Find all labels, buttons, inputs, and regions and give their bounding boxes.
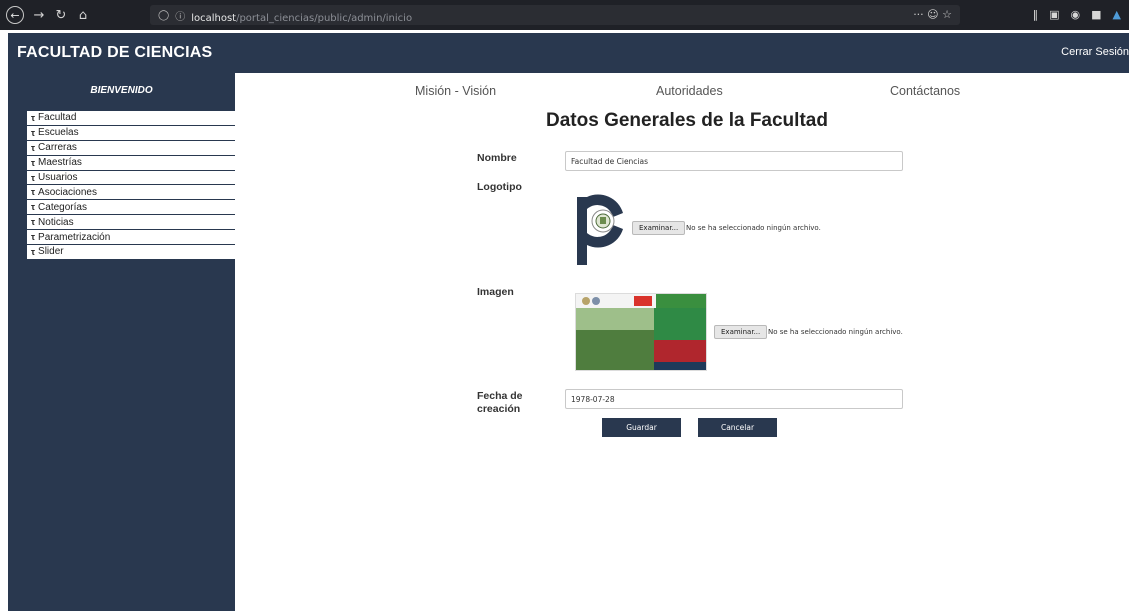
fecha-label: Fecha de creación: [477, 390, 523, 416]
page-actions-icons[interactable]: ··· ☺ ☆: [913, 8, 952, 21]
address-bar[interactable]: ◯ ⓘ localhost/portal_ciencias/public/adm…: [150, 5, 960, 25]
sidebar-item-usuarios[interactable]: τ Usuarios: [27, 170, 235, 186]
sidebar-item-escuelas[interactable]: τ Escuelas: [27, 125, 235, 141]
logo-file-button[interactable]: Examinar...: [632, 221, 686, 235]
reload-icon[interactable]: ↻: [54, 8, 68, 23]
sidebar-item-noticias[interactable]: τ Noticias: [27, 215, 235, 231]
sidebar-item-label: Facultad: [38, 112, 77, 124]
app-title: FACULTAD DE CIENCIAS: [17, 44, 213, 61]
nav-link-contactanos[interactable]: Contáctanos: [890, 84, 960, 98]
image-file-status: No se ha seleccionado ningún archivo.: [768, 328, 903, 336]
fecha-label-line1: Fecha de: [477, 390, 523, 402]
cancel-button[interactable]: Cancelar: [698, 418, 777, 437]
browser-nav-buttons: ← → ↻ ⌂: [0, 6, 150, 24]
sidebar-item-maestrias[interactable]: τ Maestrías: [27, 155, 235, 171]
logout-link[interactable]: Cerrar Sesión: [1061, 46, 1129, 58]
pin-icon: τ: [31, 127, 36, 138]
url-host: localhost: [191, 12, 237, 24]
sidebar-item-label: Noticias: [38, 216, 74, 228]
home-icon[interactable]: ⌂: [76, 8, 90, 23]
pin-icon: τ: [31, 157, 36, 168]
welcome-label: BIENVENIDO: [90, 85, 153, 96]
image-file-button[interactable]: Examinar...: [714, 325, 768, 339]
sidebar-item-facultad[interactable]: τ Facultad: [27, 111, 235, 126]
faculty-image: [575, 293, 707, 371]
sidebar-item-label: Escuelas: [38, 127, 79, 139]
pin-icon: τ: [31, 246, 36, 257]
sidebar-item-label: Categorías: [38, 201, 87, 213]
sidebar-item-label: Maestrías: [38, 157, 82, 169]
nombre-label: Nombre: [477, 152, 517, 164]
nombre-input[interactable]: [565, 151, 903, 171]
sidebar-item-categorias[interactable]: τ Categorías: [27, 200, 235, 216]
sidebar-item-slider[interactable]: τ Slider: [27, 245, 235, 260]
sidebar-item-label: Asociaciones: [38, 186, 97, 198]
sidebar: BIENVENIDO τ Facultad τ Escuelas τ Carreras…: [8, 73, 235, 611]
sidebar-item-label: Carreras: [38, 142, 77, 154]
fecha-label-line2: creación: [477, 403, 521, 415]
save-button[interactable]: Guardar: [602, 418, 681, 437]
sidebar-menu: τ Facultad τ Escuelas τ Carreras τ Maestrías…: [27, 111, 235, 260]
pin-icon: τ: [31, 112, 36, 123]
sidebar-item-asociaciones[interactable]: τ Asociaciones: [27, 185, 235, 201]
account-icon[interactable]: ◉: [1071, 8, 1081, 21]
pin-icon: τ: [31, 217, 36, 228]
sidebar-item-label: Slider: [38, 246, 64, 258]
browser-extensions: ‖ ▣ ◉ ■ ▲: [1033, 8, 1121, 21]
sidebar-item-label: Parametrización: [38, 231, 111, 243]
extension-icon[interactable]: ▲: [1113, 8, 1121, 21]
page: ← → ↻ ⌂ ◯ ⓘ localhost/portal_ciencias/pu…: [0, 0, 1129, 611]
app-header: FACULTAD DE CIENCIAS Cerrar Sesión: [8, 33, 1129, 73]
logotipo-label: Logotipo: [477, 181, 522, 193]
imagen-label: Imagen: [477, 286, 514, 298]
fecha-input[interactable]: [565, 389, 903, 409]
pin-icon: τ: [31, 187, 36, 198]
info-icon: ⓘ: [175, 11, 186, 23]
pin-icon: τ: [31, 172, 36, 183]
pin-icon: τ: [31, 142, 36, 153]
faculty-logo: [575, 189, 625, 267]
sidebar-item-carreras[interactable]: τ Carreras: [27, 140, 235, 156]
forward-arrow-icon[interactable]: →: [32, 8, 46, 23]
sidebar-item-parametrizacion[interactable]: τ Parametrización: [27, 230, 235, 246]
sidebar-item-label: Usuarios: [38, 172, 78, 183]
pin-icon: τ: [31, 202, 36, 213]
sidebar-icon[interactable]: ▣: [1049, 8, 1059, 21]
logo-file-status: No se ha seleccionado ningún archivo.: [686, 224, 821, 232]
reader-icon[interactable]: ■: [1091, 8, 1101, 21]
nav-link-mision-vision[interactable]: Misión - Visión: [415, 84, 496, 98]
shield-icon: ◯: [158, 9, 170, 21]
browser-toolbar: ← → ↻ ⌂ ◯ ⓘ localhost/portal_ciencias/pu…: [0, 0, 1129, 30]
url-path: /portal_ciencias/public/admin/inicio: [236, 12, 413, 24]
library-icon[interactable]: ‖: [1033, 8, 1039, 21]
pin-icon: τ: [31, 232, 36, 243]
back-arrow-icon[interactable]: ←: [6, 6, 24, 24]
nav-link-autoridades[interactable]: Autoridades: [656, 84, 723, 98]
page-title: Datos Generales de la Facultad: [546, 110, 828, 131]
